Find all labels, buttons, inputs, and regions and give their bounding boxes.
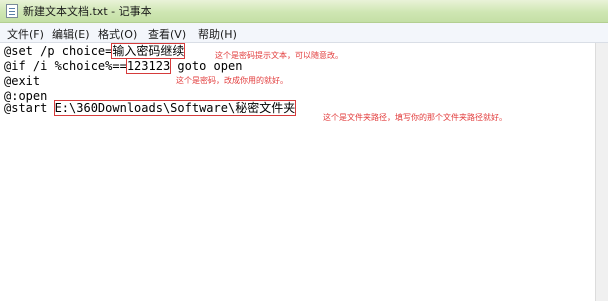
prompt-note: 这个是密码提示文本，可以随意改。 [215, 51, 343, 60]
line-text: @start [4, 101, 55, 115]
menu-help[interactable]: 帮助(H) [198, 26, 237, 42]
notepad-icon[interactable] [6, 4, 18, 18]
folder-path-box: E:\360Downloads\Software\秘密文件夹 [53, 100, 297, 116]
line-text: goto open [170, 59, 243, 73]
menu-bar: 文件(F) 编辑(E) 格式(O) 查看(V) 帮助(H) [0, 23, 608, 43]
menu-edit[interactable]: 编辑(E) [52, 26, 90, 42]
editor-line: @start E:\360Downloads\Software\秘密文件夹 [4, 100, 297, 116]
text-editor[interactable] [0, 43, 596, 301]
vertical-scrollbar[interactable] [595, 43, 608, 301]
menu-format[interactable]: 格式(O) [98, 26, 137, 42]
password-note: 这个是密码，改成你用的就好。 [176, 76, 288, 85]
line-text: @if /i %choice%== [4, 59, 127, 73]
menu-view[interactable]: 查看(V) [148, 26, 186, 42]
password-box: 123123 [125, 58, 172, 74]
line-text: @set /p choice= [4, 44, 113, 58]
prompt-text-box: 输入密码继续 [111, 43, 186, 59]
title-bar: 新建文本文档.txt - 记事本 [0, 0, 608, 23]
editor-line: @set /p choice=输入密码继续 [4, 43, 186, 59]
editor-line: @if /i %choice%==123123 goto open [4, 58, 243, 74]
line-text: @exit [4, 74, 41, 88]
path-note: 这个是文件夹路径，填写你的那个文件夹路径就好。 [323, 113, 507, 122]
menu-file[interactable]: 文件(F) [7, 26, 44, 42]
editor-line: @exit [4, 74, 40, 88]
window-title: 新建文本文档.txt - 记事本 [23, 5, 152, 18]
